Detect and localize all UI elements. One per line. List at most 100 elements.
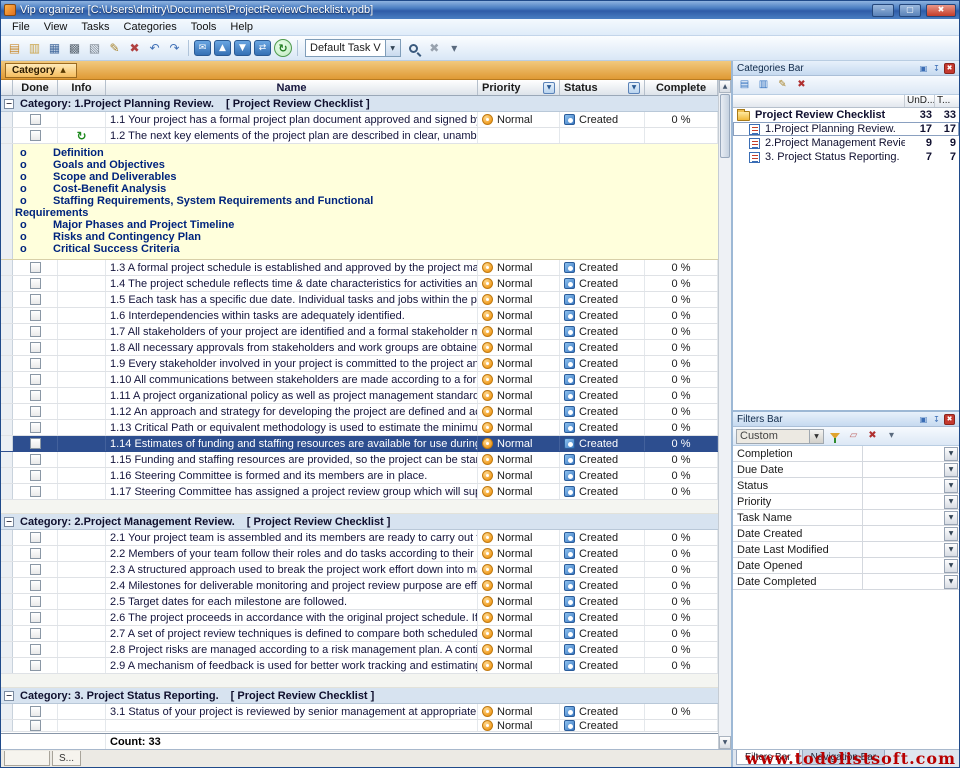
print-preview-icon[interactable]: ▧ <box>85 39 104 58</box>
task-row[interactable]: 1.3 A formal project schedule is establi… <box>1 260 718 276</box>
category-row[interactable]: −Category: 1.Project Planning Review.[ P… <box>1 96 718 112</box>
task-row[interactable]: 1.13 Critical Path or equivalent methodo… <box>1 420 718 436</box>
menu-view[interactable]: View <box>37 20 75 34</box>
pin-icon[interactable]: ↧ <box>931 414 942 425</box>
task-row[interactable]: 2.7 A set of project review techniques i… <box>1 626 718 642</box>
done-checkbox[interactable] <box>30 486 41 497</box>
collapse-icon[interactable]: − <box>4 99 14 109</box>
done-checkbox[interactable] <box>30 130 41 141</box>
filter-dropdown-icon[interactable]: ▼ <box>944 575 958 589</box>
task-row[interactable]: 1.16 Steering Committee is formed and it… <box>1 468 718 484</box>
filter-field-value[interactable] <box>863 542 944 557</box>
filter-dropdown-icon[interactable]: ▼ <box>944 479 958 493</box>
filter-dropdown-icon[interactable]: ▼ <box>944 447 958 461</box>
undo-icon[interactable]: ↶ <box>145 39 164 58</box>
done-checkbox[interactable] <box>30 720 41 731</box>
filter-options-icon[interactable]: ▾ <box>883 428 900 444</box>
filter-field-value[interactable] <box>863 526 944 541</box>
task-row[interactable]: 1.8 All necessary approvals from stakeho… <box>1 340 718 356</box>
collapse-icon[interactable]: − <box>4 691 14 701</box>
delete-task-icon[interactable]: ✖ <box>125 39 144 58</box>
email-task-icon[interactable]: ✉ <box>194 40 211 56</box>
title-bar[interactable]: Vip organizer [C:\Users\dmitry\Documents… <box>1 1 959 19</box>
redo-icon[interactable]: ↷ <box>165 39 184 58</box>
restore-icon[interactable]: ▣ <box>918 63 929 74</box>
filter-field-value[interactable] <box>863 510 944 525</box>
scrollbar-thumb[interactable] <box>720 94 730 158</box>
task-row[interactable]: 2.8 Project risks are managed according … <box>1 642 718 658</box>
done-checkbox[interactable] <box>30 706 41 717</box>
task-row[interactable]: 2.9 A mechanism of feedback is used for … <box>1 658 718 674</box>
filter-dropdown-icon[interactable]: ▼ <box>628 82 640 94</box>
clear-search-icon[interactable]: ✖ <box>425 39 444 58</box>
tree-item[interactable]: 2.Project Management Review99 <box>733 136 959 150</box>
open-file-icon[interactable]: ▥ <box>25 39 44 58</box>
tree-item[interactable]: 1.Project Planning Review.1717 <box>733 122 959 136</box>
done-checkbox[interactable] <box>30 580 41 591</box>
filter-dropdown-icon[interactable]: ▼ <box>944 559 958 573</box>
column-header-status[interactable]: Status▼ <box>560 80 645 95</box>
task-row[interactable]: 1.1 Your project has a formal project pl… <box>1 112 718 128</box>
task-row[interactable]: 3.1 Status of your project is reviewed b… <box>1 704 718 720</box>
done-checkbox[interactable] <box>30 262 41 273</box>
filter-preset-select[interactable]: Custom▼ <box>736 429 824 444</box>
group-by-category-chip[interactable]: Category ▲ <box>5 63 77 78</box>
done-checkbox[interactable] <box>30 326 41 337</box>
task-row[interactable]: 1.9 Every stakeholder involved in your p… <box>1 356 718 372</box>
status-tab-2[interactable]: S... <box>52 751 81 766</box>
column-header-priority[interactable]: Priority▼ <box>478 80 560 95</box>
done-checkbox[interactable] <box>30 548 41 559</box>
delete-category-icon[interactable]: ✖ <box>793 77 810 93</box>
search-icon[interactable] <box>405 39 424 58</box>
restore-icon[interactable]: ▣ <box>918 414 929 425</box>
task-row[interactable]: 2.5 Target dates for each milestone are … <box>1 594 718 610</box>
task-row[interactable]: 2.2 Members of your team follow their ro… <box>1 546 718 562</box>
task-row[interactable]: 2.3 A structured approach used to break … <box>1 562 718 578</box>
column-header-undone[interactable]: UnD... <box>905 95 935 107</box>
close-icon[interactable]: ✖ <box>944 414 955 425</box>
task-row[interactable]: 1.6 Interdependencies within tasks are a… <box>1 308 718 324</box>
scroll-down-icon[interactable]: ▼ <box>719 736 731 749</box>
done-checkbox[interactable] <box>30 278 41 289</box>
done-checkbox[interactable] <box>30 294 41 305</box>
collapse-icon[interactable]: − <box>4 517 14 527</box>
task-row[interactable]: NormalCreated <box>1 720 718 732</box>
task-row[interactable]: 1.17 Steering Committee has assigned a p… <box>1 484 718 500</box>
close-icon[interactable]: ✖ <box>944 63 955 74</box>
maximize-button[interactable]: ▢ <box>899 4 921 17</box>
menu-tasks[interactable]: Tasks <box>74 20 116 34</box>
task-row[interactable]: 1.7 All stakeholders of your project are… <box>1 324 718 340</box>
filter-field-value[interactable] <box>863 478 944 493</box>
vertical-scrollbar[interactable]: ▲ ▼ <box>718 80 731 749</box>
scrollbar-track[interactable] <box>719 159 731 736</box>
done-checkbox[interactable] <box>30 644 41 655</box>
menu-file[interactable]: File <box>5 20 37 34</box>
done-checkbox[interactable] <box>30 564 41 575</box>
category-row[interactable]: −Category: 2.Project Management Review.[… <box>1 514 718 530</box>
minimize-button[interactable]: – <box>872 4 894 17</box>
pin-icon[interactable]: ↧ <box>931 63 942 74</box>
filter-dropdown-icon[interactable]: ▼ <box>944 527 958 541</box>
menu-help[interactable]: Help <box>223 20 260 34</box>
done-checkbox[interactable] <box>30 310 41 321</box>
done-checkbox[interactable] <box>30 374 41 385</box>
new-task-icon[interactable]: ▤ <box>5 39 24 58</box>
clear-filter-icon[interactable]: ▱ <box>845 428 862 444</box>
column-header-complete[interactable]: Complete <box>645 80 718 95</box>
filter-field-value[interactable] <box>863 462 944 477</box>
sync-icon[interactable]: ⇄ <box>254 40 271 56</box>
done-checkbox[interactable] <box>30 612 41 623</box>
close-button[interactable]: ✖ <box>926 4 956 17</box>
menu-tools[interactable]: Tools <box>184 20 224 34</box>
done-checkbox[interactable] <box>30 438 41 449</box>
recurrence-toolbar-icon[interactable]: ↻ <box>274 39 292 57</box>
remove-filter-icon[interactable]: ✖ <box>864 428 881 444</box>
tree-item[interactable]: Project Review Checklist3333 <box>733 108 959 122</box>
column-header-total[interactable]: T... <box>935 95 959 107</box>
task-row[interactable]: 1.4 The project schedule reflects time &… <box>1 276 718 292</box>
done-checkbox[interactable] <box>30 470 41 481</box>
filter-dropdown-icon[interactable]: ▼ <box>944 543 958 557</box>
done-checkbox[interactable] <box>30 406 41 417</box>
task-row[interactable]: 2.4 Milestones for deliverable monitorin… <box>1 578 718 594</box>
edit-task-icon[interactable]: ✎ <box>105 39 124 58</box>
